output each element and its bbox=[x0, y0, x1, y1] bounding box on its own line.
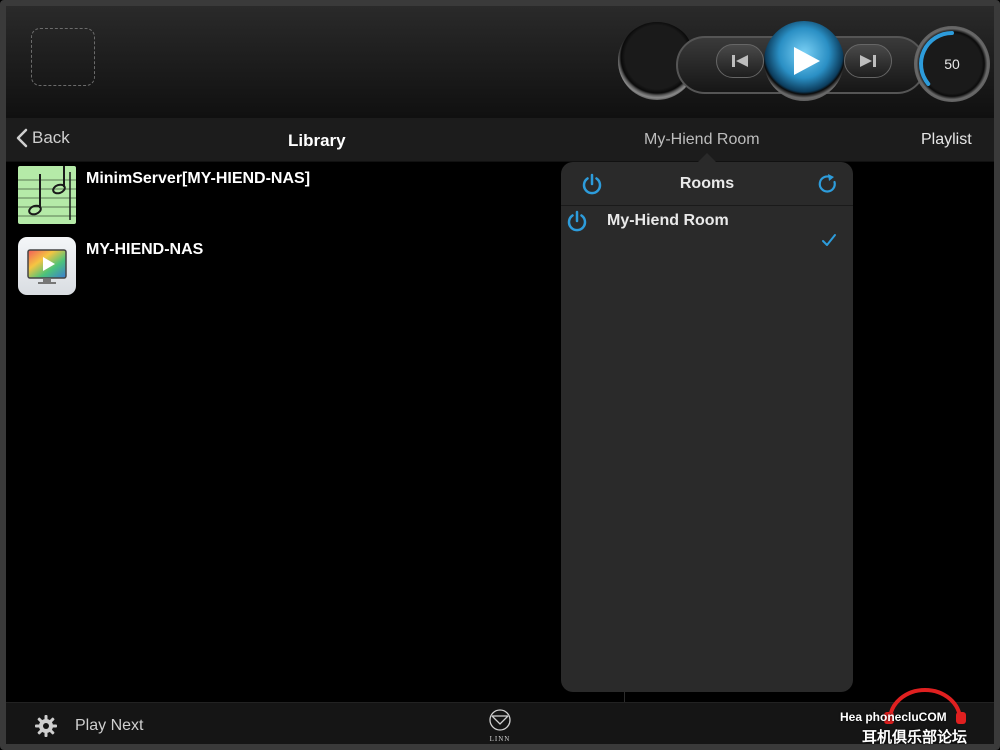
power-icon[interactable] bbox=[566, 210, 588, 232]
back-label: Back bbox=[32, 128, 70, 147]
media-server-icon bbox=[18, 237, 76, 295]
current-room-button[interactable]: My-Hiend Room bbox=[644, 131, 760, 149]
skip-next-button[interactable] bbox=[844, 44, 892, 78]
room-name: My-Hiend Room bbox=[607, 212, 729, 229]
gear-icon[interactable] bbox=[34, 714, 58, 738]
rooms-popover-title: Rooms bbox=[679, 175, 735, 192]
play-button[interactable] bbox=[764, 21, 844, 101]
playlist-button[interactable]: Playlist bbox=[921, 131, 972, 149]
play-icon bbox=[793, 47, 820, 75]
rooms-popover-header: Rooms bbox=[561, 162, 853, 206]
volume-value: 50 bbox=[944, 56, 960, 72]
chevron-left-icon bbox=[16, 128, 28, 148]
library-item[interactable]: MY-HIEND-NAS bbox=[18, 237, 203, 295]
linn-logo-text: LINN bbox=[489, 735, 511, 743]
album-artwork-placeholder[interactable] bbox=[31, 28, 95, 86]
library-item-name: MY-HIEND-NAS bbox=[86, 241, 204, 258]
music-note-icon bbox=[18, 166, 76, 224]
page-title: Library bbox=[288, 131, 346, 150]
refresh-icon[interactable] bbox=[817, 173, 839, 195]
linn-logo: LINN bbox=[484, 708, 516, 744]
volume-knob[interactable]: 50 bbox=[914, 26, 990, 102]
library-item[interactable]: MinimServer[MY-HIEND-NAS] bbox=[18, 166, 310, 224]
navigation-bar: Back Library My-Hiend Room Playlist bbox=[6, 118, 994, 162]
skip-previous-button[interactable] bbox=[716, 44, 764, 78]
watermark-line2: 耳机俱乐部论坛 bbox=[862, 729, 968, 746]
watermark: Hea phonecluCOM 耳机俱乐部论坛 bbox=[838, 680, 998, 750]
skip-next-icon bbox=[860, 55, 876, 67]
library-item-name: MinimServer[MY-HIEND-NAS] bbox=[86, 170, 311, 187]
checkmark-icon bbox=[822, 234, 836, 246]
skip-previous-icon bbox=[732, 55, 748, 67]
play-next-label[interactable]: Play Next bbox=[75, 717, 143, 735]
rooms-popover: Rooms My-Hiend Room bbox=[561, 162, 853, 692]
transport-bar: 50 bbox=[6, 6, 994, 118]
watermark-line1: Hea phonecluCOM bbox=[840, 710, 947, 724]
back-button[interactable]: Back bbox=[16, 128, 70, 148]
app-window: 50 Back Library My-Hiend Room Playlist M… bbox=[0, 0, 1000, 750]
linn-logo-icon bbox=[489, 709, 511, 731]
room-row[interactable]: My-Hiend Room bbox=[561, 206, 853, 258]
